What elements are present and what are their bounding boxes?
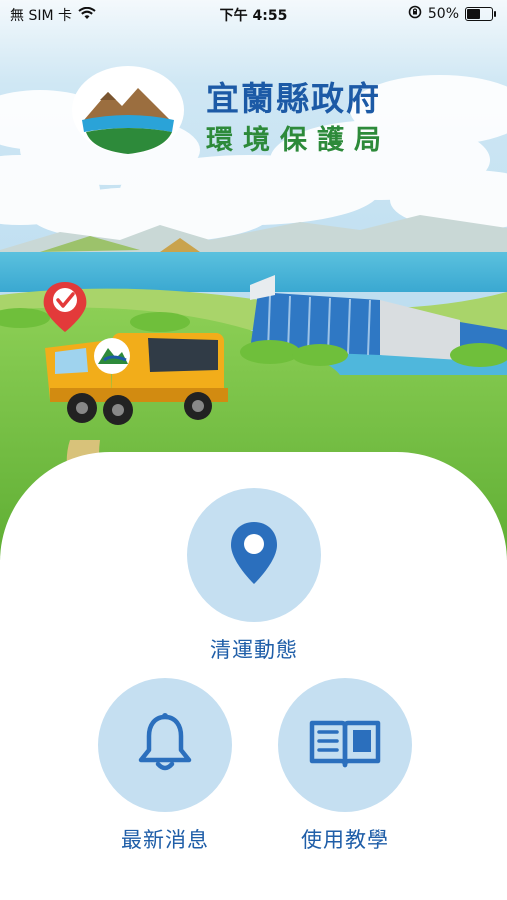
agency-title: 宜蘭縣政府	[206, 79, 381, 118]
menu-button-tutorial[interactable]: 使用教學	[277, 678, 413, 854]
battery-percent: 50%	[427, 6, 459, 22]
menu-button-news[interactable]: 最新消息	[97, 678, 233, 854]
app-screen: 宜蘭縣政府 環境保護局 無 SIM 卡 下午 4:55 50% 清運動態 最新消…	[0, 0, 507, 900]
menu-circle[interactable]	[278, 678, 412, 812]
menu-label-tutorial: 使用教學	[301, 828, 389, 852]
status-right: 50%	[408, 5, 496, 23]
orientation-lock-icon	[408, 5, 422, 23]
location-pin-icon	[229, 520, 279, 590]
book-icon	[308, 717, 382, 773]
agency-subtitle: 環境保護局	[206, 125, 391, 156]
menu-circle[interactable]	[98, 678, 232, 812]
status-bar: 無 SIM 卡 下午 4:55 50%	[0, 0, 507, 28]
battery-icon	[465, 7, 496, 21]
menu-label-news: 最新消息	[121, 828, 209, 852]
bell-icon	[135, 712, 195, 778]
menu-button-tracking[interactable]: 清運動態	[186, 488, 322, 664]
menu-circle[interactable]	[187, 488, 321, 622]
menu-label-tracking: 清運動態	[210, 638, 298, 662]
